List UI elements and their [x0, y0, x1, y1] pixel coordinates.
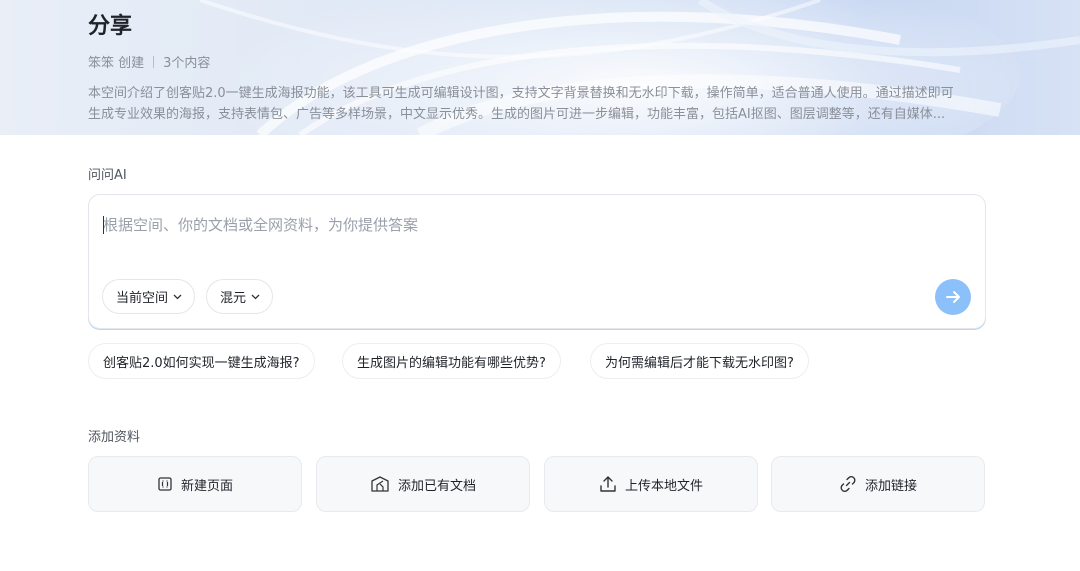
add-document-icon — [371, 476, 389, 492]
new-page-icon — [158, 477, 172, 491]
chevron-down-icon — [173, 294, 182, 299]
upload-local-file-button[interactable]: 上传本地文件 — [544, 456, 758, 512]
link-icon — [840, 476, 856, 492]
meta-divider — [153, 55, 155, 68]
model-dropdown[interactable]: 混元 — [206, 279, 274, 314]
add-document-label: 添加已有文档 — [397, 478, 476, 494]
suggested-question[interactable]: 为何需编辑后才能下载无水印图? — [590, 343, 809, 379]
add-existing-document-button[interactable]: 添加已有文档 — [316, 456, 530, 512]
send-button[interactable] — [935, 279, 971, 315]
chevron-down-icon — [251, 294, 260, 299]
description-line: 生成专业效果的海报，支持表情包、广告等多样场景，中文显示优秀。生成的图片可进一步… — [88, 107, 946, 122]
content-count: 3个内容 — [163, 56, 211, 71]
add-link-label: 添加链接 — [864, 478, 917, 494]
ask-ai-box: 当前空间 混元 — [88, 194, 986, 329]
scope-dropdown[interactable]: 当前空间 — [102, 279, 196, 314]
upload-file-label: 上传本地文件 — [624, 478, 703, 494]
add-link-button[interactable]: 添加链接 — [771, 456, 985, 512]
new-page-label: 新建页面 — [180, 478, 233, 494]
scope-dropdown-label: 当前空间 — [116, 291, 169, 306]
space-author: 笨笨 创建 — [88, 56, 145, 71]
space-meta: 笨笨 创建 3个内容 — [88, 52, 210, 71]
model-dropdown-label: 混元 — [220, 291, 247, 306]
arrow-right-icon — [946, 291, 960, 303]
add-material-label: 添加资料 — [88, 430, 141, 445]
space-header-banner: 分享 笨笨 创建 3个内容 本空间介绍了创客贴2.0一键生成海报功能，该工具可生… — [0, 0, 1080, 135]
text-caret — [103, 216, 104, 234]
description-line: 本空间介绍了创客贴2.0一键生成海报功能，该工具可生成可编辑设计图，支持文字背景… — [88, 86, 954, 101]
ask-ai-label: 问问AI — [88, 168, 127, 183]
upload-icon — [600, 476, 616, 492]
space-description: 本空间介绍了创客贴2.0一键生成海报功能，该工具可生成可编辑设计图，支持文字背景… — [88, 83, 988, 125]
new-page-button[interactable]: 新建页面 — [88, 456, 302, 512]
space-title: 分享 — [88, 14, 133, 39]
suggested-question[interactable]: 创客贴2.0如何实现一键生成海报? — [88, 343, 315, 379]
ask-ai-input[interactable] — [103, 213, 963, 237]
suggested-question[interactable]: 生成图片的编辑功能有哪些优势? — [342, 343, 561, 379]
